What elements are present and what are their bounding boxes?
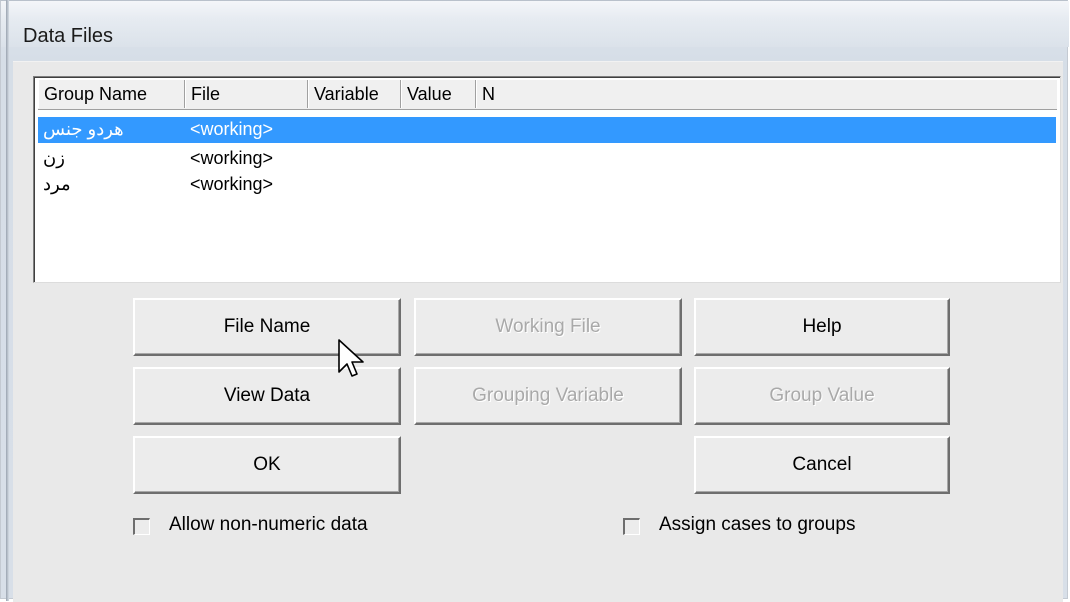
- column-header-group-name[interactable]: Group Name: [38, 80, 185, 108]
- row-group-name: هردو جنس: [43, 119, 124, 139]
- column-header-n[interactable]: N: [476, 80, 1057, 108]
- title-bar[interactable]: Data Files: [1, 1, 1069, 47]
- window-left-edge: [6, 0, 9, 601]
- list-row[interactable]: هردو جنس <working>: [38, 117, 1056, 143]
- cancel-button[interactable]: Cancel: [694, 436, 950, 494]
- working-file-button[interactable]: Working File: [414, 298, 682, 356]
- checkbox-box[interactable]: [623, 518, 640, 535]
- column-header-file[interactable]: File: [185, 80, 308, 108]
- column-header-variable[interactable]: Variable: [308, 80, 401, 108]
- help-button[interactable]: Help: [694, 298, 950, 356]
- checkbox-box[interactable]: [133, 518, 150, 535]
- ok-button[interactable]: OK: [133, 436, 401, 494]
- list-header: Group Name File Variable Value N: [38, 80, 1057, 110]
- data-files-list[interactable]: Group Name File Variable Value N هردو جن…: [33, 76, 1061, 283]
- assign-cases-label: Assign cases to groups: [659, 514, 856, 535]
- window-title: Data Files: [23, 25, 114, 47]
- grouping-variable-button[interactable]: Grouping Variable: [414, 367, 682, 425]
- allow-non-numeric-label: Allow non-numeric data: [169, 514, 368, 535]
- column-header-value[interactable]: Value: [401, 80, 476, 108]
- group-value-button[interactable]: Group Value: [694, 367, 950, 425]
- row-group-name: مرد: [43, 174, 71, 194]
- mouse-pointer-icon: [338, 339, 364, 377]
- row-file: <working>: [190, 148, 274, 168]
- row-file: <working>: [190, 174, 274, 194]
- row-group-name: زن: [43, 148, 65, 168]
- row-file: <working>: [190, 119, 274, 139]
